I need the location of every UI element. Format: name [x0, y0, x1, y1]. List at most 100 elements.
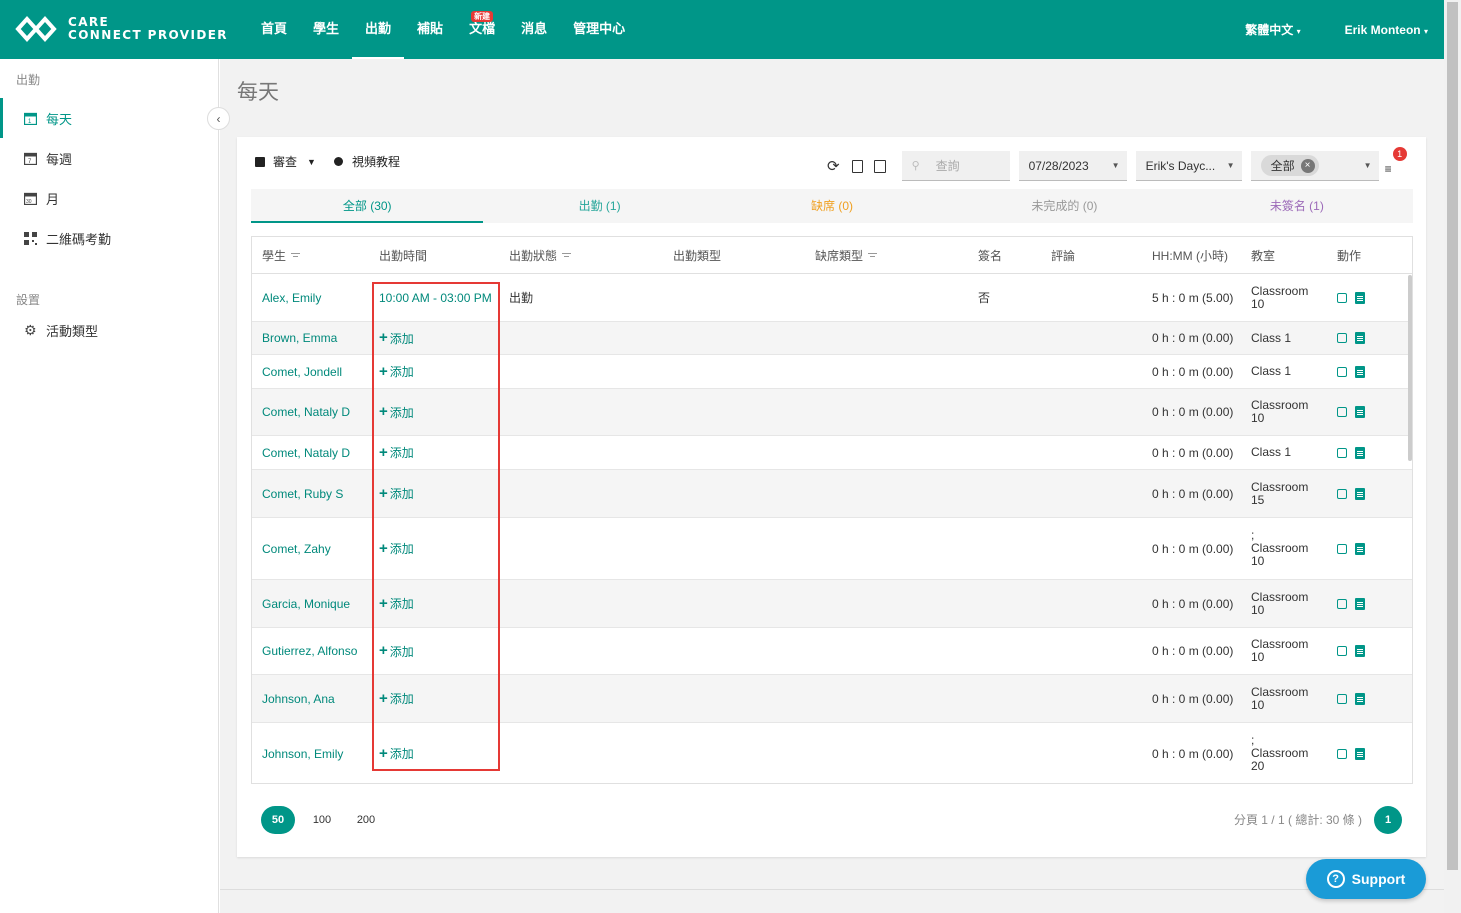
add-time-button[interactable]: + 添加: [379, 404, 499, 421]
student-name-link[interactable]: Johnson, Emily: [262, 747, 343, 761]
student-name-link[interactable]: Garcia, Monique: [262, 597, 350, 611]
filter-icon[interactable]: [291, 253, 301, 259]
table-row: Johnson, Emily + 添加 0 h : 0 m (0.00) ; Cl…: [252, 723, 1412, 783]
calendar-week-icon: 7: [23, 152, 38, 165]
brand-logo[interactable]: CARE CONNECT PROVIDER: [14, 14, 228, 44]
student-name-link[interactable]: Comet, Nataly D: [262, 405, 350, 419]
nav-subsidy[interactable]: 補貼: [404, 0, 456, 59]
sidebar-item-label: 每天: [46, 111, 73, 127]
nav-students[interactable]: 學生: [300, 0, 352, 59]
refresh-icon[interactable]: ⟳: [827, 157, 840, 175]
tab-all[interactable]: 全部 (30): [251, 189, 484, 223]
caret-down-icon[interactable]: ▼: [307, 157, 316, 167]
calendar-edit-icon[interactable]: [1337, 646, 1347, 656]
center-select[interactable]: Erik's Dayc... ▼: [1135, 151, 1242, 181]
tab-incomplete[interactable]: 未完成的 (0): [948, 189, 1180, 223]
sidebar-item-daily[interactable]: 1 每天: [0, 98, 218, 138]
user-menu[interactable]: Erik Monteon ▾: [1323, 23, 1428, 37]
sidebar-item-activity-types[interactable]: ⚙ 活動類型: [0, 310, 218, 350]
video-tutorial-link[interactable]: 視頻教程: [352, 153, 400, 170]
sidebar-collapse-button[interactable]: ‹: [207, 107, 230, 130]
export-file-icon[interactable]: [851, 159, 863, 173]
calendar-edit-icon[interactable]: [1337, 447, 1347, 458]
table-row: Gutierrez, Alfonso + 添加 0 h : 0 m (0.00) …: [252, 628, 1412, 675]
filter-icon[interactable]: [562, 253, 572, 259]
calendar-edit-icon[interactable]: [1337, 333, 1347, 343]
document-icon[interactable]: [1355, 332, 1365, 344]
col-status[interactable]: 出勤狀態: [499, 247, 663, 264]
document-icon[interactable]: [1355, 692, 1365, 705]
calendar-edit-icon[interactable]: [1337, 407, 1347, 417]
nav-attendance[interactable]: 出勤: [352, 0, 405, 59]
col-absence-type[interactable]: 缺席類型: [805, 247, 968, 264]
document-icon[interactable]: [1355, 542, 1365, 555]
classroom-value: Classroom 10: [1251, 637, 1309, 664]
add-time-button[interactable]: + 添加: [379, 330, 499, 347]
language-dropdown[interactable]: 繁體中文 ▾: [1223, 21, 1300, 38]
print-device-icon[interactable]: [873, 159, 886, 173]
page-1-button[interactable]: 1: [1374, 806, 1402, 834]
document-icon[interactable]: [1355, 747, 1365, 760]
sidebar-item-weekly[interactable]: 7 每週: [0, 138, 218, 178]
add-time-button[interactable]: + 添加: [379, 690, 499, 707]
nav-messages[interactable]: 消息: [508, 0, 560, 59]
tab-unsigned[interactable]: 未簽名 (1): [1181, 189, 1413, 223]
document-icon[interactable]: [1355, 365, 1365, 378]
document-icon[interactable]: [1355, 291, 1365, 304]
calendar-edit-icon[interactable]: [1337, 748, 1347, 759]
table-scrollbar[interactable]: [1408, 275, 1412, 461]
calendar-edit-icon[interactable]: [1337, 366, 1347, 377]
close-icon[interactable]: ×: [1300, 158, 1315, 173]
page-size-200[interactable]: 200: [349, 806, 383, 834]
calendar-edit-icon[interactable]: [1337, 292, 1347, 303]
student-name-link[interactable]: Gutierrez, Alfonso: [262, 644, 357, 658]
tab-absent[interactable]: 缺席 (0): [716, 189, 948, 223]
nav-admin[interactable]: 管理中心: [560, 0, 638, 59]
document-icon[interactable]: [1355, 597, 1365, 610]
filter-icon[interactable]: [868, 253, 878, 259]
sidebar-item-monthly[interactable]: 30 月: [0, 178, 218, 218]
page-scrollbar[interactable]: [1444, 0, 1461, 913]
student-name-link[interactable]: Comet, Nataly D: [262, 446, 350, 460]
attendance-time-link[interactable]: 10:00 AM - 03:00 PM: [379, 291, 492, 305]
add-time-button[interactable]: + 添加: [379, 444, 499, 461]
add-time-button[interactable]: + 添加: [379, 540, 499, 557]
col-student[interactable]: 學生: [252, 247, 369, 264]
classroom-value: Class 1: [1251, 330, 1292, 345]
student-name-link[interactable]: Alex, Emily: [262, 291, 321, 305]
tab-present[interactable]: 出勤 (1): [483, 189, 715, 223]
student-name-link[interactable]: Comet, Ruby S: [262, 487, 343, 501]
calendar-edit-icon[interactable]: [1337, 543, 1347, 554]
table-row: Johnson, Ana + 添加 0 h : 0 m (0.00) Classr…: [252, 675, 1412, 723]
sidebar-item-qr[interactable]: 二維碼考勤: [0, 218, 218, 258]
nav-documents[interactable]: 文檔 新建: [456, 0, 508, 59]
hours-value: 0 h : 0 m (0.00): [1152, 644, 1234, 658]
add-time-button[interactable]: + 添加: [379, 643, 499, 660]
hours-value: 0 h : 0 m (0.00): [1152, 596, 1234, 611]
document-icon[interactable]: [1355, 446, 1365, 459]
student-name-link[interactable]: Comet, Jondell: [262, 365, 342, 379]
student-name-link[interactable]: Comet, Zahy: [262, 542, 331, 556]
student-name-link[interactable]: Brown, Emma: [262, 331, 337, 345]
add-time-button[interactable]: + 添加: [379, 595, 499, 612]
add-time-button[interactable]: + 添加: [379, 745, 499, 762]
document-icon[interactable]: [1355, 487, 1365, 500]
calendar-edit-icon[interactable]: [1337, 598, 1347, 609]
page-size-50[interactable]: 50: [261, 806, 295, 834]
filter-chip[interactable]: 全部 ×: [1260, 155, 1319, 176]
add-time-button[interactable]: + 添加: [379, 485, 499, 502]
review-button[interactable]: 審查: [273, 153, 297, 170]
document-icon[interactable]: [1355, 645, 1365, 657]
status-filter-select[interactable]: 全部 × ▼: [1250, 151, 1379, 181]
search-input[interactable]: ⚲ 查詢: [901, 151, 1010, 181]
document-icon[interactable]: [1355, 406, 1365, 418]
support-button[interactable]: ? Support: [1306, 859, 1426, 899]
calendar-edit-icon[interactable]: [1337, 693, 1347, 704]
page-size-100[interactable]: 100: [305, 806, 339, 834]
student-name-link[interactable]: Johnson, Ana: [262, 692, 335, 706]
add-time-button[interactable]: + 添加: [379, 363, 499, 380]
date-picker[interactable]: 07/28/2023 ▼: [1018, 151, 1127, 181]
calendar-edit-icon[interactable]: [1337, 488, 1347, 499]
filter-icon[interactable]: ≡ 1: [1385, 147, 1407, 176]
nav-home[interactable]: 首頁: [248, 0, 300, 59]
